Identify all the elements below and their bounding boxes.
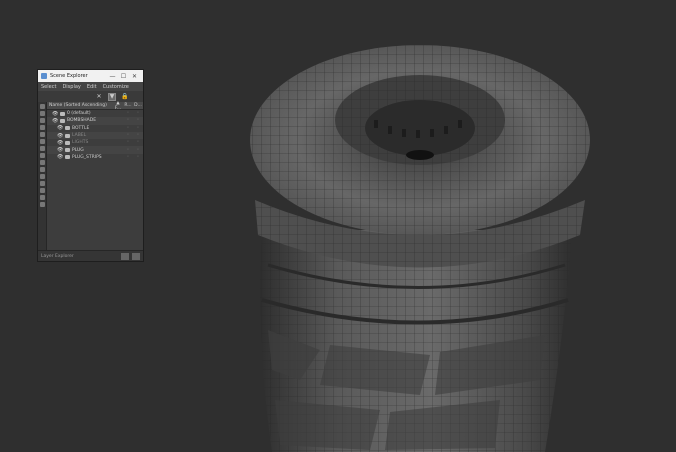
render-toggle-icon[interactable]: ◦ — [123, 126, 133, 131]
panel-titlebar[interactable]: Scene Explorer — ☐ ✕ — [38, 70, 143, 82]
visibility-eye-icon[interactable]: 👁 — [52, 111, 58, 117]
frozen-filter-icon[interactable] — [39, 188, 45, 193]
clear-filter-icon[interactable]: ✕ — [95, 93, 103, 101]
lock-icon[interactable]: 🔒 — [121, 93, 129, 101]
app-icon — [41, 73, 47, 79]
column-frozen-header[interactable]: ▲ F... — [113, 101, 123, 111]
panel-title: Scene Explorer — [50, 73, 88, 79]
column-display-header[interactable]: D... — [133, 103, 143, 108]
tree-row[interactable]: 👁 LABEL ◦ ◦ — [47, 131, 143, 140]
layer-icon — [65, 140, 70, 145]
display-toggle-icon[interactable]: ◦ — [133, 133, 143, 138]
panel-toolbar: ✕ ▼ 🔒 — [38, 91, 143, 102]
layer-icon — [65, 133, 70, 138]
column-render-header[interactable]: R... — [123, 103, 133, 108]
tree-row[interactable]: 👁 0 (default) ◦ ◦ — [47, 110, 143, 117]
tree-header: Name (Sorted Ascending) ▲ F... R... D... — [47, 101, 143, 111]
visibility-eye-icon[interactable]: 👁 — [57, 147, 63, 153]
panel-menubar: Select Display Edit Customize — [38, 82, 143, 91]
tree-row-label: LABEL — [72, 133, 87, 139]
tree-row[interactable]: 👁 PLUG ◦ ◦ — [47, 146, 143, 154]
filter-icon[interactable]: ▼ — [108, 92, 116, 101]
hidden-filter-icon[interactable] — [39, 195, 45, 200]
visibility-eye-icon[interactable]: 👁 — [57, 133, 63, 139]
scene-explorer-mode-icon[interactable] — [121, 252, 129, 260]
tree-row[interactable]: 👁 BOTTLE ◦ ◦ — [47, 125, 143, 132]
layer-icon — [65, 155, 70, 160]
column-name-header[interactable]: Name (Sorted Ascending) — [49, 103, 113, 108]
camera-filter-icon[interactable] — [39, 139, 45, 144]
display-all-icon[interactable] — [39, 111, 45, 116]
display-toggle-icon[interactable]: ◦ — [133, 126, 143, 131]
layer-explorer-mode-icon[interactable] — [132, 252, 140, 260]
panel-statusbar: Layer Explorer — [38, 250, 143, 261]
render-toggle-icon[interactable]: ◦ — [123, 118, 133, 123]
visibility-eye-icon[interactable]: 👁 — [57, 140, 63, 146]
tree-row[interactable]: 👁 LIGHTS ◦ ◦ — [47, 139, 143, 146]
shape-filter-icon[interactable] — [39, 125, 45, 130]
display-none-icon[interactable] — [39, 104, 45, 109]
layer-icon — [65, 126, 70, 131]
display-toggle-icon[interactable]: ◦ — [133, 111, 143, 116]
render-toggle-icon[interactable]: ◦ — [123, 148, 133, 153]
tree-row-label: BOMBSHADE — [67, 118, 97, 124]
filter-options-icon[interactable] — [39, 202, 45, 207]
bone-filter-icon[interactable] — [39, 174, 45, 179]
layer-icon — [60, 118, 65, 123]
tree-row-label: LIGHTS — [72, 140, 89, 146]
helper-filter-icon[interactable] — [39, 146, 45, 151]
tree-row-label: PLUG — [72, 147, 84, 153]
menu-select[interactable]: Select — [41, 84, 56, 90]
explorer-selector[interactable]: Layer Explorer — [41, 254, 121, 259]
xref-filter-icon[interactable] — [39, 167, 45, 172]
panel-left-toolbar — [38, 102, 47, 251]
minimize-icon[interactable]: — — [107, 73, 118, 80]
visibility-eye-icon[interactable]: 👁 — [52, 118, 58, 124]
tree-row[interactable]: 👁 PLUG_STRIPS ◦ ◦ — [47, 154, 143, 161]
close-icon[interactable]: ✕ — [129, 73, 140, 80]
menu-customize[interactable]: Customize — [103, 84, 129, 90]
tree-row-label: 0 (default) — [67, 111, 91, 117]
display-toggle-icon[interactable]: ◦ — [133, 155, 143, 160]
mesh-model[interactable] — [250, 45, 590, 452]
render-toggle-icon[interactable]: ◦ — [123, 155, 133, 160]
layer-icon — [65, 148, 70, 153]
geometry-filter-icon[interactable] — [39, 118, 45, 123]
display-toggle-icon[interactable]: ◦ — [133, 140, 143, 145]
light-filter-icon[interactable] — [39, 132, 45, 137]
container-filter-icon[interactable] — [39, 181, 45, 186]
tree-row-label: BOTTLE — [72, 125, 90, 131]
tree-rows: 👁 0 (default) ◦ ◦ 👁 BOMBSHADE ◦ ◦ 👁 BOTTLE ◦ ◦ 👁 LABE… — [47, 110, 143, 161]
scene-tree: Name (Sorted Ascending) ▲ F... R... D...… — [47, 101, 143, 251]
tree-row-label: PLUG_STRIPS — [72, 154, 102, 160]
menu-display[interactable]: Display — [62, 84, 80, 90]
visibility-eye-icon[interactable]: 👁 — [57, 125, 63, 131]
render-toggle-icon[interactable]: ◦ — [123, 133, 133, 138]
group-filter-icon[interactable] — [39, 160, 45, 165]
panel-body: Name (Sorted Ascending) ▲ F... R... D...… — [38, 101, 143, 251]
maximize-icon[interactable]: ☐ — [118, 73, 129, 80]
display-toggle-icon[interactable]: ◦ — [133, 148, 143, 153]
render-toggle-icon[interactable]: ◦ — [123, 140, 133, 145]
scene-explorer-panel: Scene Explorer — ☐ ✕ Select Display Edit… — [37, 69, 144, 262]
spacewarp-filter-icon[interactable] — [39, 153, 45, 158]
display-toggle-icon[interactable]: ◦ — [133, 118, 143, 123]
render-toggle-icon[interactable]: ◦ — [123, 111, 133, 116]
menu-edit[interactable]: Edit — [87, 84, 97, 90]
tree-row[interactable]: 👁 BOMBSHADE ◦ ◦ — [47, 117, 143, 125]
visibility-eye-icon[interactable]: 👁 — [57, 154, 63, 160]
layer-icon — [60, 111, 65, 116]
